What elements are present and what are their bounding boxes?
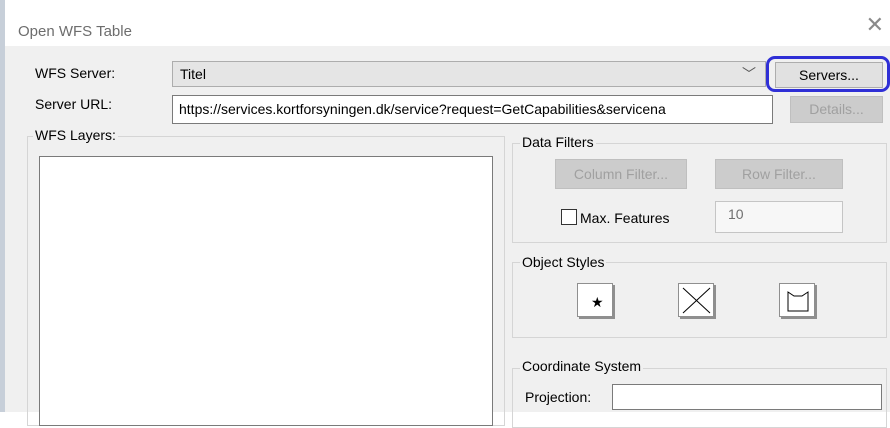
svg-text:★: ★ — [591, 295, 604, 311]
line-style-button[interactable] — [678, 283, 714, 317]
dialog-body: WFS Server: Titel ﹀ Servers... Server UR… — [5, 46, 890, 428]
wfs-layers-label: WFS Layers: — [33, 127, 118, 143]
symbol-style-button[interactable]: ★ — [577, 283, 613, 317]
object-styles-label: Object Styles — [520, 254, 607, 270]
title-bar: Open WFS Table ✕ — [5, 0, 890, 46]
wfs-layers-list[interactable] — [39, 156, 493, 426]
data-filters-label: Data Filters — [520, 134, 596, 150]
symbol-style-icon: ★ — [591, 295, 604, 311]
wfs-server-dropdown[interactable]: Titel ﹀ — [172, 61, 766, 87]
max-features-label: Max. Features — [580, 210, 670, 226]
wfs-server-label: WFS Server: — [35, 65, 116, 81]
line-style-icon — [682, 287, 711, 314]
coordinate-system-label: Coordinate System — [520, 358, 644, 374]
wfs-server-value: Titel — [180, 66, 206, 82]
server-url-label: Server URL: — [35, 96, 113, 112]
max-features-field[interactable]: 10 — [715, 201, 843, 233]
column-filter-button[interactable]: Column Filter... — [555, 159, 687, 189]
projection-field[interactable] — [612, 384, 882, 410]
chevron-down-icon[interactable]: ﹀ — [742, 64, 756, 84]
dialog-title: Open WFS Table — [18, 23, 132, 40]
max-features-checkbox[interactable] — [561, 209, 577, 225]
region-style-icon — [787, 291, 809, 312]
servers-button-highlight — [766, 56, 890, 92]
details-button[interactable]: Details... — [790, 96, 883, 123]
close-icon[interactable]: ✕ — [866, 14, 884, 36]
projection-label: Projection: — [525, 389, 592, 405]
region-style-button[interactable] — [779, 283, 815, 317]
row-filter-button[interactable]: Row Filter... — [715, 159, 843, 189]
server-url-field[interactable]: https://services.kortforsyningen.dk/serv… — [172, 95, 773, 124]
